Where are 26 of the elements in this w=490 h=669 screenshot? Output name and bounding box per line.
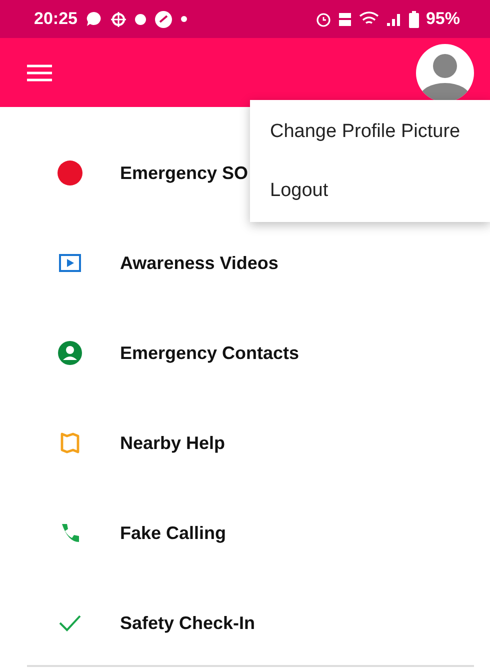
chat-icon (86, 11, 102, 27)
battery-level: 95% (426, 9, 460, 29)
map-icon (60, 432, 80, 454)
video-icon (59, 254, 81, 272)
menu-option[interactable]: Change Profile Picture (250, 102, 490, 161)
gauge-icon (155, 10, 172, 28)
menu-item[interactable]: Safety Check-In (120, 612, 256, 634)
person-icon (58, 341, 82, 365)
notification-icon (111, 12, 126, 26)
menu-item[interactable]: Nearby Help (120, 432, 226, 454)
menu-item[interactable]: Fake Calling (120, 522, 226, 544)
menu-button[interactable] (27, 64, 52, 82)
menu-icon (27, 64, 52, 82)
dot-icon (181, 16, 188, 22)
check-icon (58, 614, 82, 632)
menu-option[interactable]: Logout (250, 161, 490, 220)
signal-icon (386, 12, 402, 26)
menu-item[interactable]: Emergency Contacts (120, 342, 300, 364)
status-time: 20:25 (34, 9, 78, 29)
phone-icon (59, 522, 81, 544)
record-icon (57, 160, 83, 186)
menu-item[interactable]: Awareness Videos (120, 252, 278, 274)
battery-icon (408, 10, 419, 28)
menu-item[interactable]: Emergency SO (120, 162, 248, 184)
alarm-icon (316, 12, 331, 26)
notification-icon (135, 14, 146, 24)
